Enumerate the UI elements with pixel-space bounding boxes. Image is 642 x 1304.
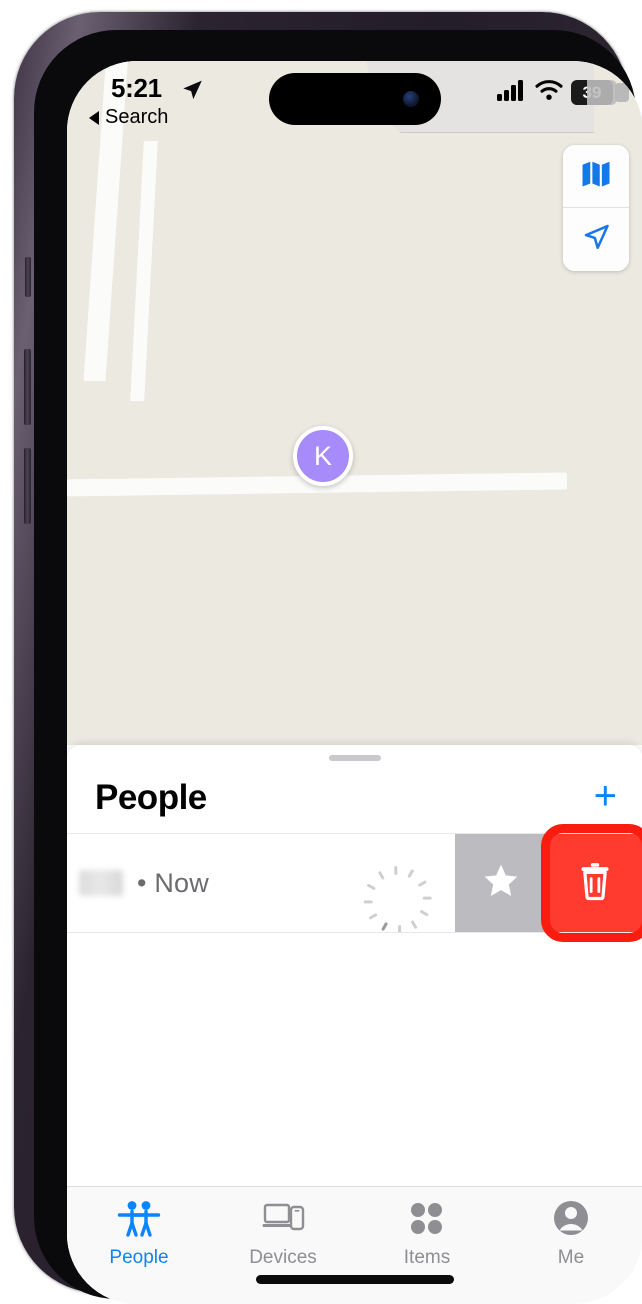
status-indicators: 39: [497, 79, 629, 106]
locate-me-button[interactable]: [563, 208, 629, 271]
map-view[interactable]: K: [67, 61, 642, 745]
mute-switch[interactable]: [25, 257, 31, 297]
tab-people[interactable]: People: [67, 1187, 211, 1269]
map-type-button[interactable]: [563, 145, 629, 208]
back-chevron-icon: [89, 110, 99, 125]
battery-status-badge: 39: [571, 80, 629, 105]
person-row-content[interactable]: • Now: [67, 834, 455, 932]
person-marker-initial: K: [313, 440, 332, 471]
person-list-row[interactable]: • Now: [67, 833, 642, 933]
battery-blur-overlay: [587, 80, 617, 105]
map-road: [130, 141, 158, 401]
phone-screen: K 5:21 Search People + • Now People Devi…: [67, 61, 642, 1304]
loading-spinner-icon: [363, 866, 432, 932]
front-camera-icon: [403, 91, 419, 107]
location-arrow-icon: [180, 78, 204, 107]
sheet-header: People +: [67, 767, 642, 829]
volume-down-button[interactable]: [24, 448, 31, 524]
back-to-search-link[interactable]: Search: [89, 106, 168, 129]
person-circle-icon: [551, 1199, 591, 1242]
tab-me-label: Me: [557, 1247, 585, 1268]
back-link-label: Search: [105, 106, 169, 128]
add-person-button[interactable]: +: [594, 776, 617, 820]
navigation-arrow-icon: [581, 222, 612, 258]
dynamic-island: [269, 73, 441, 125]
items-grid-icon: [407, 1199, 447, 1242]
tab-items[interactable]: Items: [355, 1187, 499, 1269]
home-indicator[interactable]: [256, 1275, 454, 1284]
phone-frame: K 5:21 Search People + • Now People Devi…: [14, 12, 642, 1304]
delete-action-button[interactable]: [547, 834, 642, 932]
status-time: 5:21: [111, 73, 162, 103]
map-controls: [563, 145, 629, 271]
star-icon: [481, 861, 521, 906]
person-map-marker[interactable]: K: [293, 426, 353, 486]
page-title: People: [95, 778, 207, 817]
tab-devices[interactable]: Devices: [211, 1187, 355, 1269]
tab-people-label: People: [109, 1247, 169, 1268]
volume-up-button[interactable]: [24, 349, 31, 425]
favorite-action-button[interactable]: [455, 834, 547, 932]
trash-icon: [576, 861, 614, 906]
person-row-subtitle: • Now: [137, 867, 209, 898]
person-name-redacted: [79, 870, 123, 896]
sheet-grabber-handle[interactable]: [329, 755, 381, 761]
tab-items-label: Items: [403, 1247, 451, 1268]
phone-bezel: K 5:21 Search People + • Now People Devi…: [34, 30, 642, 1304]
signal-bars-icon: [497, 79, 527, 106]
tab-devices-label: Devices: [249, 1247, 317, 1268]
folded-map-icon: [581, 160, 611, 193]
devices-icon: [261, 1199, 305, 1242]
tab-bar: People Devices Items Me: [67, 1186, 642, 1304]
people-icon: [117, 1199, 161, 1242]
tab-me[interactable]: Me: [499, 1187, 642, 1269]
wifi-icon: [535, 79, 563, 106]
